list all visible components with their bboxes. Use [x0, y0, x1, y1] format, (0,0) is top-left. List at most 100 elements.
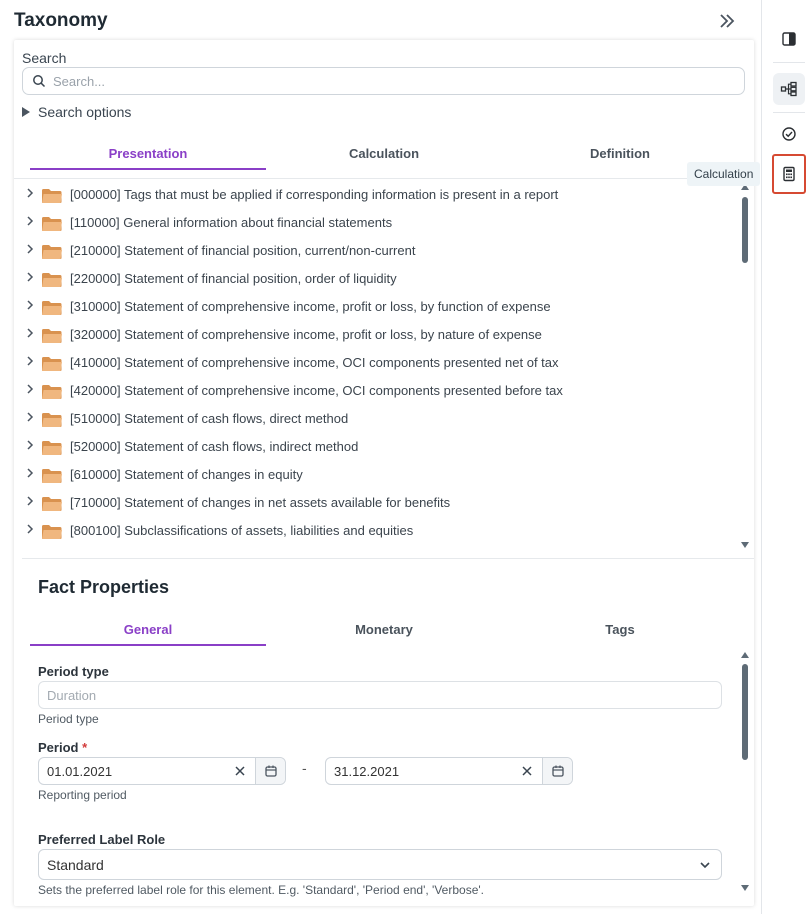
tree-item[interactable]: [410000] Statement of comprehensive inco…	[14, 348, 736, 376]
period-end-field[interactable]: 31.12.2021	[325, 757, 573, 785]
tree-item[interactable]: [310000] Statement of comprehensive inco…	[14, 292, 736, 320]
folder-open-icon	[42, 469, 62, 483]
tab-general[interactable]: General	[30, 616, 266, 646]
period-end-value: 31.12.2021	[334, 764, 400, 779]
tree-item[interactable]: [220000] Statement of financial position…	[14, 264, 736, 292]
tree-item-label: [220000] Statement of financial position…	[70, 271, 397, 286]
taxonomy-card: Search Search options Presentation Calcu…	[14, 40, 754, 906]
chevron-right-icon[interactable]	[26, 327, 34, 339]
tree-item[interactable]: [510000] Statement of cash flows, direct…	[14, 404, 736, 432]
chevron-right-icon[interactable]	[26, 383, 34, 395]
period-label-text: Period	[38, 740, 79, 755]
chevron-right-icon[interactable]	[26, 411, 34, 423]
tree-item-label: [210000] Statement of financial position…	[70, 243, 416, 258]
tree-item[interactable]: [710000] Statement of changes in net ass…	[14, 488, 736, 516]
tree-item[interactable]: [420000] Statement of comprehensive inco…	[14, 376, 736, 404]
search-field[interactable]	[22, 67, 745, 95]
scroll-thumb[interactable]	[742, 664, 748, 760]
period-type-label: Period type	[38, 664, 109, 679]
check-circle-icon	[782, 127, 796, 141]
tree-item-label: [800100] Subclassifications of assets, l…	[70, 523, 414, 538]
scroll-down-icon[interactable]	[741, 542, 749, 548]
tree-item[interactable]: [520000] Statement of cash flows, indire…	[14, 432, 736, 460]
tree-scrollbar[interactable]	[741, 183, 749, 548]
fp-tabs-divider	[30, 646, 738, 647]
chevron-right-icon[interactable]	[26, 271, 34, 283]
calculator-icon	[783, 166, 795, 182]
chevron-right-icon[interactable]	[26, 439, 34, 451]
tab-presentation[interactable]: Presentation	[30, 140, 266, 170]
chevron-right-icon[interactable]	[26, 495, 34, 507]
chevron-right-icon[interactable]	[26, 523, 34, 535]
tree-item[interactable]: [800100] Subclassifications of assets, l…	[14, 516, 736, 544]
tree-item-label: [410000] Statement of comprehensive inco…	[70, 355, 559, 370]
tab-monetary[interactable]: Monetary	[266, 616, 502, 644]
tab-tags[interactable]: Tags	[502, 616, 738, 644]
tree-item-label: [000000] Tags that must be applied if co…	[70, 187, 559, 202]
tabs-divider	[14, 178, 754, 179]
validation-button[interactable]	[773, 118, 805, 150]
chevron-right-icon[interactable]	[26, 355, 34, 367]
chevron-down-icon	[700, 862, 710, 869]
hierarchy-icon	[780, 81, 797, 97]
scroll-thumb[interactable]	[742, 197, 748, 263]
search-options-toggle[interactable]: Search options	[22, 104, 131, 120]
general-tab-indicator	[30, 644, 252, 646]
right-toolbar	[761, 0, 811, 914]
tree-item-label: [610000] Statement of changes in equity	[70, 467, 303, 482]
chevron-right-icon[interactable]	[26, 243, 34, 255]
tree-item[interactable]: [210000] Statement of financial position…	[14, 236, 736, 264]
folder-open-icon	[42, 385, 62, 399]
chevron-right-icon[interactable]	[26, 299, 34, 311]
folder-open-icon	[42, 273, 62, 287]
scroll-up-icon[interactable]	[741, 652, 749, 658]
tree-item-label: [110000] General information about finan…	[70, 215, 393, 230]
properties-scrollbar[interactable]	[741, 652, 749, 894]
folder-open-icon	[42, 301, 62, 315]
folder-open-icon	[42, 413, 62, 427]
tree-item[interactable]: [000000] Tags that must be applied if co…	[14, 180, 736, 208]
chevron-right-icon[interactable]	[26, 215, 34, 227]
tree-item-label: [320000] Statement of comprehensive inco…	[70, 327, 542, 342]
tree-item-label: [710000] Statement of changes in net ass…	[70, 495, 451, 510]
folder-open-icon	[42, 329, 62, 343]
clear-end-date-icon[interactable]	[520, 764, 534, 778]
tree-item-label: [310000] Statement of comprehensive inco…	[70, 299, 551, 314]
calendar-icon	[264, 765, 277, 777]
caret-right-icon	[22, 107, 30, 117]
start-date-picker-button[interactable]	[255, 758, 285, 784]
preferred-label-role-select[interactable]: Standard	[38, 849, 722, 880]
period-help: Reporting period	[38, 788, 127, 802]
panel-title: Taxonomy	[14, 10, 108, 31]
collapse-panel-button[interactable]	[714, 10, 740, 32]
calculation-button[interactable]	[772, 154, 806, 194]
period-start-field[interactable]: 01.01.2021	[38, 757, 286, 785]
tree-item[interactable]: [320000] Statement of comprehensive inco…	[14, 320, 736, 348]
scroll-down-icon[interactable]	[741, 885, 749, 891]
chevron-right-icon[interactable]	[26, 187, 34, 199]
section-divider	[22, 558, 754, 559]
end-date-picker-button[interactable]	[542, 758, 572, 784]
period-type-help: Period type	[38, 712, 99, 726]
toggle-panel-button[interactable]	[773, 23, 805, 55]
folder-open-icon	[42, 245, 62, 259]
tree-item-label: [520000] Statement of cash flows, indire…	[70, 439, 359, 454]
tree-item[interactable]: [110000] General information about finan…	[14, 208, 736, 236]
folder-open-icon	[42, 497, 62, 511]
tree-item[interactable]: [610000] Statement of changes in equity	[14, 460, 736, 488]
taxonomy-tree-button[interactable]	[773, 73, 805, 105]
rail-divider	[773, 112, 805, 113]
tree-item-label: [510000] Statement of cash flows, direct…	[70, 411, 349, 426]
search-options-label: Search options	[38, 104, 132, 120]
search-label: Search	[22, 50, 67, 66]
folder-open-icon	[42, 189, 62, 203]
clear-start-date-icon[interactable]	[233, 764, 247, 778]
period-type-field[interactable]: Duration	[38, 681, 722, 709]
preferred-label-role-value: Standard	[47, 857, 104, 873]
split-panel-icon	[782, 32, 796, 46]
rail-divider	[773, 62, 805, 63]
period-label: Period *	[38, 740, 87, 755]
search-input[interactable]	[53, 72, 723, 90]
chevron-right-icon[interactable]	[26, 467, 34, 479]
tab-calculation[interactable]: Calculation	[266, 140, 502, 168]
